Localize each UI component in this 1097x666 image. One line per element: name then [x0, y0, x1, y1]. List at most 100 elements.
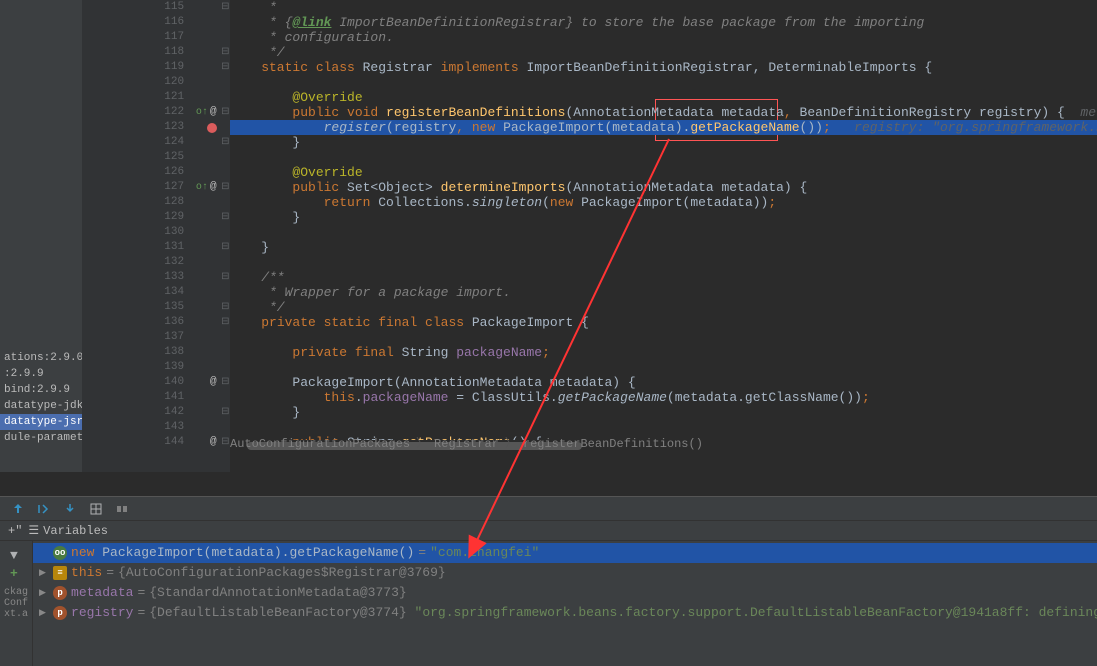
project-tree-panel[interactable]: ations:2.9.0:2.9.9bind:2.9.9datatype-jdk…: [0, 0, 82, 472]
code-line[interactable]: @Override: [230, 90, 1097, 105]
code-line[interactable]: [230, 75, 1097, 90]
gutter-line[interactable]: 125: [82, 150, 230, 165]
gutter-line[interactable]: 132: [82, 255, 230, 270]
gutter-line[interactable]: 122o↑@⊟: [82, 105, 230, 120]
code-line[interactable]: return Collections.singleton(new Package…: [230, 195, 1097, 210]
gutter-line[interactable]: 130: [82, 225, 230, 240]
filter-icon[interactable]: ▼: [10, 548, 22, 563]
breadcrumb-item[interactable]: AutoConfigurationPackages: [230, 432, 410, 456]
variables-tree[interactable]: oonew PackageImport(metadata).getPackage…: [33, 541, 1097, 666]
code-line[interactable]: }: [230, 240, 1097, 255]
variable-row[interactable]: ▶≡this = {AutoConfigurationPackages$Regi…: [33, 563, 1097, 583]
breakpoint-icon[interactable]: [207, 123, 217, 133]
fold-icon[interactable]: ⊟: [221, 270, 230, 285]
fold-icon[interactable]: ⊟: [221, 315, 230, 330]
code-line[interactable]: }: [230, 135, 1097, 150]
code-area[interactable]: * * {@link ImportBeanDefinitionRegistrar…: [230, 0, 1097, 440]
code-line[interactable]: [230, 225, 1097, 240]
gutter-line[interactable]: 131⊟: [82, 240, 230, 255]
fold-icon[interactable]: ⊟: [221, 405, 230, 420]
gutter-line[interactable]: 144@⊟: [82, 435, 230, 450]
list-icon[interactable]: ☰: [28, 523, 37, 538]
gutter-line[interactable]: 137: [82, 330, 230, 345]
project-tree-item[interactable]: datatype-jsr3: [0, 414, 82, 430]
code-line[interactable]: private static final class PackageImport…: [230, 315, 1097, 330]
code-line[interactable]: }: [230, 210, 1097, 225]
gutter-line[interactable]: 139: [82, 360, 230, 375]
code-line[interactable]: private final String packageName;: [230, 345, 1097, 360]
gutter-line[interactable]: 126: [82, 165, 230, 180]
debug-frame-item[interactable]: Conf: [4, 598, 28, 609]
expand-icon[interactable]: ▶: [39, 583, 49, 603]
code-line[interactable]: this.packageName = ClassUtils.getPackage…: [230, 390, 1097, 405]
gutter-line[interactable]: 135⊟: [82, 300, 230, 315]
project-tree-item[interactable]: ations:2.9.0: [0, 350, 82, 366]
fold-icon[interactable]: ⊟: [221, 105, 230, 120]
fold-icon[interactable]: ⊟: [221, 240, 230, 255]
gutter-line[interactable]: 116: [82, 15, 230, 30]
code-line[interactable]: PackageImport(AnnotationMetadata metadat…: [230, 375, 1097, 390]
fold-icon[interactable]: ⊟: [221, 45, 230, 60]
new-watch-icon[interactable]: +": [8, 524, 22, 538]
fold-icon[interactable]: ⊟: [221, 60, 230, 75]
gutter-line[interactable]: 143: [82, 420, 230, 435]
fold-icon[interactable]: ⊟: [221, 210, 230, 225]
code-line[interactable]: }: [230, 405, 1097, 420]
project-tree-item[interactable]: bind:2.9.9: [0, 382, 82, 398]
debug-frame-item[interactable]: xt.a: [4, 609, 28, 620]
editor-gutter[interactable]: 115⊟116117118⊟119⊟120121122o↑@⊟123124⊟12…: [82, 0, 230, 472]
project-tree-item[interactable]: :2.9.9: [0, 366, 82, 382]
gutter-line[interactable]: 134: [82, 285, 230, 300]
code-line[interactable]: [230, 360, 1097, 375]
override-icon[interactable]: o↑: [196, 180, 208, 195]
gutter-line[interactable]: 119⊟: [82, 60, 230, 75]
breadcrumb-item[interactable]: Registrar: [434, 432, 499, 456]
fold-icon[interactable]: ⊟: [221, 375, 230, 390]
project-tree-item[interactable]: dule-parameters: [0, 430, 82, 446]
project-tree-item[interactable]: datatype-jdk8: [0, 398, 82, 414]
breadcrumb[interactable]: AutoConfigurationPackages〉Registrar〉regi…: [230, 432, 703, 456]
code-line[interactable]: public Set<Object> determineImports(Anno…: [230, 180, 1097, 195]
expand-icon[interactable]: ▶: [39, 563, 49, 583]
upload-icon[interactable]: [10, 501, 26, 517]
code-line[interactable]: public void registerBeanDefinitions(Anno…: [230, 105, 1097, 120]
fold-icon[interactable]: ⊟: [221, 435, 230, 450]
gutter-line[interactable]: 141: [82, 390, 230, 405]
fold-icon[interactable]: ⊟: [221, 180, 230, 195]
gutter-line[interactable]: 140@⊟: [82, 375, 230, 390]
mute-icon[interactable]: [114, 501, 130, 517]
gutter-line[interactable]: 124⊟: [82, 135, 230, 150]
code-editor[interactable]: 115⊟116117118⊟119⊟120121122o↑@⊟123124⊟12…: [82, 0, 1097, 472]
table-icon[interactable]: [88, 501, 104, 517]
code-line[interactable]: register(registry, new PackageImport(met…: [230, 120, 1097, 135]
gutter-line[interactable]: 136⊟: [82, 315, 230, 330]
variable-row[interactable]: ▶pmetadata = {StandardAnnotationMetadata…: [33, 583, 1097, 603]
code-line[interactable]: * configuration.: [230, 30, 1097, 45]
override-icon[interactable]: o↑: [196, 105, 208, 120]
debug-panel[interactable]: +" ☰ Variables ▼ + ckagConfxt.a oonew Pa…: [0, 496, 1097, 666]
fold-icon[interactable]: ⊟: [221, 0, 230, 15]
expand-icon[interactable]: ▶: [39, 603, 49, 623]
step-into-icon[interactable]: [62, 501, 78, 517]
gutter-line[interactable]: 123: [82, 120, 230, 135]
gutter-line[interactable]: 120: [82, 75, 230, 90]
gutter-line[interactable]: 118⊟: [82, 45, 230, 60]
code-line[interactable]: *: [230, 0, 1097, 15]
breadcrumb-item[interactable]: registerBeanDefinitions(): [523, 432, 703, 456]
gutter-line[interactable]: 128: [82, 195, 230, 210]
code-line[interactable]: * {@link ImportBeanDefinitionRegistrar} …: [230, 15, 1097, 30]
code-line[interactable]: */: [230, 300, 1097, 315]
debug-frame-item[interactable]: ckag: [4, 587, 28, 598]
gutter-line[interactable]: 133⊟: [82, 270, 230, 285]
fold-icon[interactable]: ⊟: [221, 135, 230, 150]
gutter-line[interactable]: 117: [82, 30, 230, 45]
code-line[interactable]: /**: [230, 270, 1097, 285]
gutter-line[interactable]: 115⊟: [82, 0, 230, 15]
code-line[interactable]: */: [230, 45, 1097, 60]
code-line[interactable]: [230, 330, 1097, 345]
variable-row[interactable]: ▶pregistry = {DefaultListableBeanFactory…: [33, 603, 1097, 623]
step-icon[interactable]: [36, 501, 52, 517]
gutter-line[interactable]: 121: [82, 90, 230, 105]
code-line[interactable]: static class Registrar implements Import…: [230, 60, 1097, 75]
gutter-line[interactable]: 142⊟: [82, 405, 230, 420]
